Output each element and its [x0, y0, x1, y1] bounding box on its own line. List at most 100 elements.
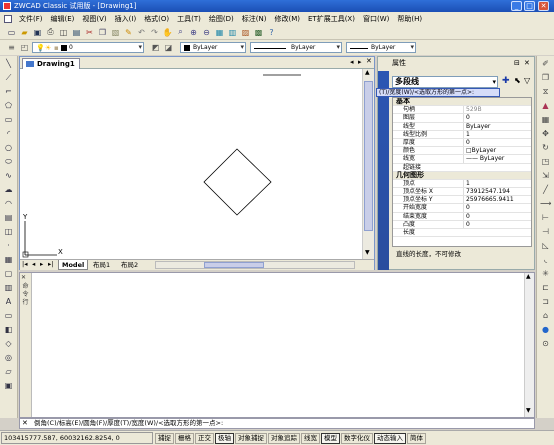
preview-icon[interactable]: ◫: [58, 27, 69, 38]
pan-icon[interactable]: ✋: [162, 27, 173, 38]
property-value[interactable]: 0: [463, 204, 531, 212]
menu-dimension[interactable]: 标注(N): [238, 14, 271, 24]
command-history-area[interactable]: ✕ 命令行 ▲ ▼: [19, 272, 535, 418]
break-icon[interactable]: ⊢: [540, 212, 551, 223]
toggle-pickadd-icon[interactable]: ✚: [502, 76, 512, 86]
menu-file[interactable]: 文件(F): [15, 14, 47, 24]
command-scroll-up-icon[interactable]: ▲: [526, 273, 531, 280]
spline-icon[interactable]: ∿: [3, 170, 14, 181]
boundary-icon[interactable]: ◇: [3, 338, 14, 349]
status-toggle-button[interactable]: 数字化仪: [341, 432, 373, 444]
erase-icon[interactable]: ✐: [540, 58, 551, 69]
model-space-canvas[interactable]: [20, 69, 362, 259]
tab-next-icon[interactable]: ▸: [40, 260, 43, 268]
fillet-icon[interactable]: ◟: [540, 254, 551, 265]
layer-manager-icon[interactable]: ≡: [6, 42, 17, 53]
menu-edit[interactable]: 编辑(E): [47, 14, 79, 24]
tab-first-icon[interactable]: |◂: [22, 260, 27, 268]
palette-close-icon[interactable]: ✕: [524, 57, 530, 69]
menu-format[interactable]: 格式(O): [140, 14, 173, 24]
property-value[interactable]: 25976665.9411: [463, 196, 531, 204]
menu-et-tools[interactable]: ET扩展工具(X): [304, 14, 359, 24]
mask-icon[interactable]: ▭: [3, 310, 14, 321]
cut-icon[interactable]: ✂: [84, 27, 95, 38]
scroll-down-icon[interactable]: ▼: [365, 249, 370, 256]
property-row[interactable]: 线型 ByLayer: [393, 122, 531, 131]
close-button[interactable]: ✕: [538, 1, 549, 11]
circle-icon[interactable]: ○: [3, 142, 14, 153]
doc-next-icon[interactable]: ▸: [358, 58, 362, 66]
construction-line-icon[interactable]: ⟋: [3, 72, 14, 83]
property-row[interactable]: 顶点 1: [393, 179, 531, 189]
property-row[interactable]: 线型比例 1: [393, 130, 531, 139]
help-icon[interactable]: ?: [266, 27, 277, 38]
rectangle-icon[interactable]: ▭: [3, 114, 14, 125]
maximize-button[interactable]: □: [524, 1, 535, 11]
property-value[interactable]: 529B: [463, 106, 531, 114]
array-icon[interactable]: ▦: [540, 114, 551, 125]
status-toggle-button[interactable]: 线宽: [301, 432, 320, 444]
table-icon[interactable]: ▥: [3, 282, 14, 293]
match-properties-icon[interactable]: ✎: [123, 27, 134, 38]
property-value[interactable]: —— ByLayer: [463, 155, 531, 163]
property-row[interactable]: 开始宽度 0: [393, 204, 531, 213]
layer-dropdown[interactable]: 💡 ☀ ▪ 0: [32, 42, 144, 53]
arc-icon[interactable]: ◜: [3, 128, 14, 139]
rotate-icon[interactable]: ↻: [540, 142, 551, 153]
property-value[interactable]: 0: [463, 212, 531, 220]
mtext-icon[interactable]: A: [3, 296, 14, 307]
doc-close-icon[interactable]: ✕: [366, 57, 372, 65]
print-icon[interactable]: ⎙: [45, 27, 56, 38]
open-icon[interactable]: ▰: [19, 27, 30, 38]
revcloud-icon[interactable]: ☁: [3, 184, 14, 195]
status-toggle-button[interactable]: 简体: [407, 432, 426, 444]
line-icon[interactable]: ╲: [3, 58, 14, 69]
redo-icon[interactable]: ↷: [149, 27, 160, 38]
linetype-dropdown[interactable]: ByLayer: [250, 42, 342, 53]
menu-view[interactable]: 视图(V): [78, 14, 110, 24]
lineweight-dropdown[interactable]: ByLayer: [346, 42, 416, 53]
property-value[interactable]: 0: [463, 220, 531, 229]
polygon-icon[interactable]: ⬠: [3, 100, 14, 111]
property-value[interactable]: 1: [463, 130, 531, 138]
tab-layout2[interactable]: 布局2: [118, 260, 141, 270]
move-icon[interactable]: ✥: [540, 128, 551, 139]
property-value[interactable]: 73912547.194: [463, 188, 531, 196]
property-value[interactable]: □ByLayer: [463, 147, 531, 155]
command-scrollbar[interactable]: ▲ ▼: [524, 273, 534, 417]
menu-draw[interactable]: 绘图(D): [205, 14, 238, 24]
property-row[interactable]: 结束宽度 0: [393, 212, 531, 221]
explode-icon[interactable]: ✳: [540, 268, 551, 279]
status-toggle-button[interactable]: 对象捕捉: [235, 432, 267, 444]
status-toggle-button[interactable]: 栅格: [175, 432, 194, 444]
mirror-icon[interactable]: ⧖: [540, 86, 551, 97]
join-icon[interactable]: ⊣: [540, 226, 551, 237]
property-row[interactable]: 句柄 529B: [393, 106, 531, 115]
ellipse-arc-icon[interactable]: ◠: [3, 198, 14, 209]
publish-icon[interactable]: ▤: [71, 27, 82, 38]
zoom-previous-icon[interactable]: ⊖: [201, 27, 212, 38]
property-row[interactable]: 长度: [393, 229, 531, 238]
calculator-icon[interactable]: ▩: [253, 27, 264, 38]
image-icon[interactable]: ▣: [3, 380, 14, 391]
save-icon[interactable]: ▣: [32, 27, 43, 38]
vertical-scroll-thumb[interactable]: [364, 81, 373, 231]
polyline-icon[interactable]: ⌐: [3, 86, 14, 97]
property-value[interactable]: ByLayer: [463, 122, 531, 130]
status-toggle-button[interactable]: 动态输入: [374, 432, 406, 444]
distance-icon[interactable]: ⊙: [540, 338, 551, 349]
menu-modify[interactable]: 修改(M): [270, 14, 304, 24]
property-row[interactable]: 凸度 0: [393, 220, 531, 229]
command-scroll-down-icon[interactable]: ▼: [526, 407, 531, 414]
vertical-scrollbar[interactable]: ▲ ▼: [362, 69, 374, 259]
tab-layout1[interactable]: 布局1: [90, 260, 113, 270]
make-block-icon[interactable]: ◫: [3, 226, 14, 237]
property-value[interactable]: 1: [463, 179, 531, 188]
new-icon[interactable]: ▭: [6, 27, 17, 38]
tab-prev-icon[interactable]: ◂: [32, 260, 35, 268]
select-objects-icon[interactable]: ⬉: [514, 76, 524, 86]
copy-icon[interactable]: ❐: [97, 27, 108, 38]
color-dropdown[interactable]: ByLayer: [180, 42, 246, 53]
edit-poly-icon[interactable]: ⌂: [540, 310, 551, 321]
insert-block-icon[interactable]: ▤: [3, 212, 14, 223]
